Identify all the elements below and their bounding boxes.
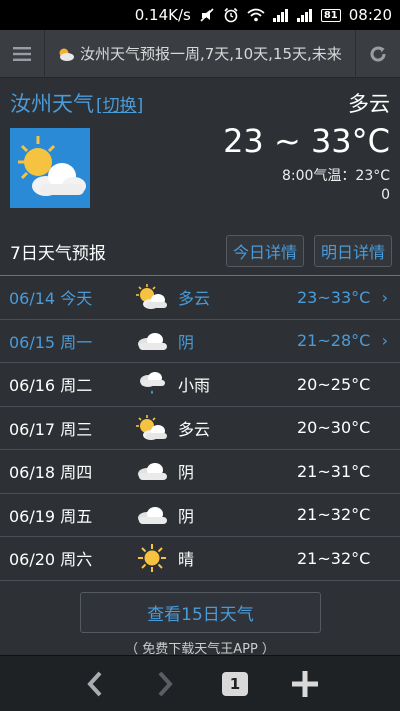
light-rain-icon — [130, 368, 174, 400]
refresh-button[interactable] — [356, 30, 400, 78]
menu-button[interactable] — [0, 30, 44, 78]
day-condition: 晴 — [178, 550, 195, 570]
extra-value: 0 — [381, 187, 390, 203]
forecast-list: 06/14 今天 多云 23~33°C › 06/15 周一 阴 21~28°C… — [0, 275, 400, 581]
page-title-field[interactable]: 汝州天气预报一周,7天,10天,15天,未来 — [44, 29, 356, 78]
tomorrow-detail-button[interactable]: 明日详情 — [313, 235, 392, 267]
cloudy-icon — [130, 499, 174, 531]
battery-icon: 81 — [320, 8, 341, 22]
weather-favicon-icon — [59, 48, 74, 61]
day-condition: 多云 — [178, 289, 211, 309]
view-15-day-button[interactable]: 查看15日天气 — [80, 592, 321, 633]
day-condition: 阴 — [178, 506, 195, 526]
forecast-row[interactable]: 06/14 今天 多云 23~33°C › — [0, 276, 400, 320]
forecast-header: 7日天气预报 今日详情 明日详情 — [10, 234, 392, 268]
cloudy-icon — [130, 325, 174, 357]
forecast-row[interactable]: 06/20 周六 晴 21~32°C — [0, 537, 400, 581]
day-condition: 多云 — [178, 419, 211, 439]
chevron-right-icon — [158, 671, 173, 696]
battery-level: 81 — [320, 8, 341, 22]
wifi-icon — [247, 8, 265, 22]
observed-temperature: 8:00气温：23°C — [281, 168, 390, 184]
day-condition: 小雨 — [178, 376, 211, 396]
switch-city-link[interactable]: [切换] — [96, 91, 143, 116]
day-temperature: 20~30°C — [297, 418, 371, 438]
new-tab-button[interactable] — [283, 662, 327, 706]
chevron-right-icon: › — [381, 287, 388, 307]
signal-icon-2 — [296, 8, 313, 22]
mute-icon — [199, 7, 215, 23]
chevron-right-icon: › — [381, 331, 388, 351]
tab-count: 1 — [222, 671, 248, 696]
network-speed: 0.14K/s — [134, 6, 191, 24]
day-date: 06/19 周五 — [9, 506, 93, 526]
plus-icon — [292, 670, 318, 697]
menu-icon — [13, 46, 31, 61]
sunny-icon — [130, 542, 174, 574]
day-date: 06/15 周一 — [9, 332, 93, 352]
day-temperature: 20~25°C — [297, 374, 371, 394]
city-name: 汝州天气 — [10, 92, 94, 116]
day-date: 06/20 周六 — [9, 550, 93, 570]
back-button[interactable] — [73, 662, 117, 706]
day-temperature: 21~31°C — [297, 461, 371, 481]
day-temperature: 21~32°C — [297, 505, 371, 525]
day-date: 06/14 今天 — [9, 289, 93, 309]
today-temperature-range: 23 ~ 33°C — [223, 122, 390, 160]
tabs-button[interactable]: 1 — [213, 662, 257, 706]
today-detail-button[interactable]: 今日详情 — [225, 235, 304, 267]
day-date: 06/17 周三 — [9, 419, 93, 439]
refresh-icon — [370, 46, 386, 62]
forecast-row[interactable]: 06/17 周三 多云 20~30°C — [0, 407, 400, 450]
day-temperature: 23~33°C — [297, 287, 371, 307]
forecast-title: 7日天气预报 — [10, 243, 106, 264]
partly-cloudy-icon — [130, 412, 174, 444]
forecast-row[interactable]: 06/15 周一 阴 21~28°C › — [0, 320, 400, 363]
switch-bracket-open: [ — [96, 95, 103, 116]
current-condition: 多云 — [348, 92, 390, 116]
forward-button[interactable] — [143, 662, 187, 706]
alarm-icon — [223, 7, 239, 23]
forecast-row[interactable]: 06/18 周四 阴 21~31°C — [0, 450, 400, 494]
cloudy-icon — [130, 455, 174, 487]
day-temperature: 21~28°C — [297, 331, 371, 351]
browser-bottom-bar: 1 — [0, 655, 400, 711]
partly-cloudy-large-icon — [10, 128, 90, 208]
browser-title-bar: 汝州天气预报一周,7天,10天,15天,未来 — [0, 29, 400, 78]
signal-icon — [272, 8, 289, 22]
page-title-text: 汝州天气预报一周,7天,10天,15天,未来 — [80, 45, 342, 63]
chevron-left-icon — [87, 671, 102, 696]
partly-cloudy-icon — [130, 281, 174, 313]
switch-bracket-close: ] — [136, 95, 144, 116]
day-condition: 阴 — [178, 332, 195, 352]
forecast-row[interactable]: 06/16 周二 小雨 20~25°C — [0, 363, 400, 407]
clock: 08:20 — [348, 6, 392, 24]
day-temperature: 21~32°C — [297, 548, 371, 568]
day-condition: 阴 — [178, 463, 195, 483]
day-date: 06/18 周四 — [9, 463, 93, 483]
forecast-row[interactable]: 06/19 周五 阴 21~32°C — [0, 494, 400, 537]
status-bar: 0.14K/s 81 08:20 — [0, 0, 400, 30]
switch-city-label: 切换 — [102, 95, 137, 116]
city-header: 汝州天气 [切换] 多云 — [10, 88, 390, 118]
day-date: 06/16 周二 — [9, 376, 93, 396]
